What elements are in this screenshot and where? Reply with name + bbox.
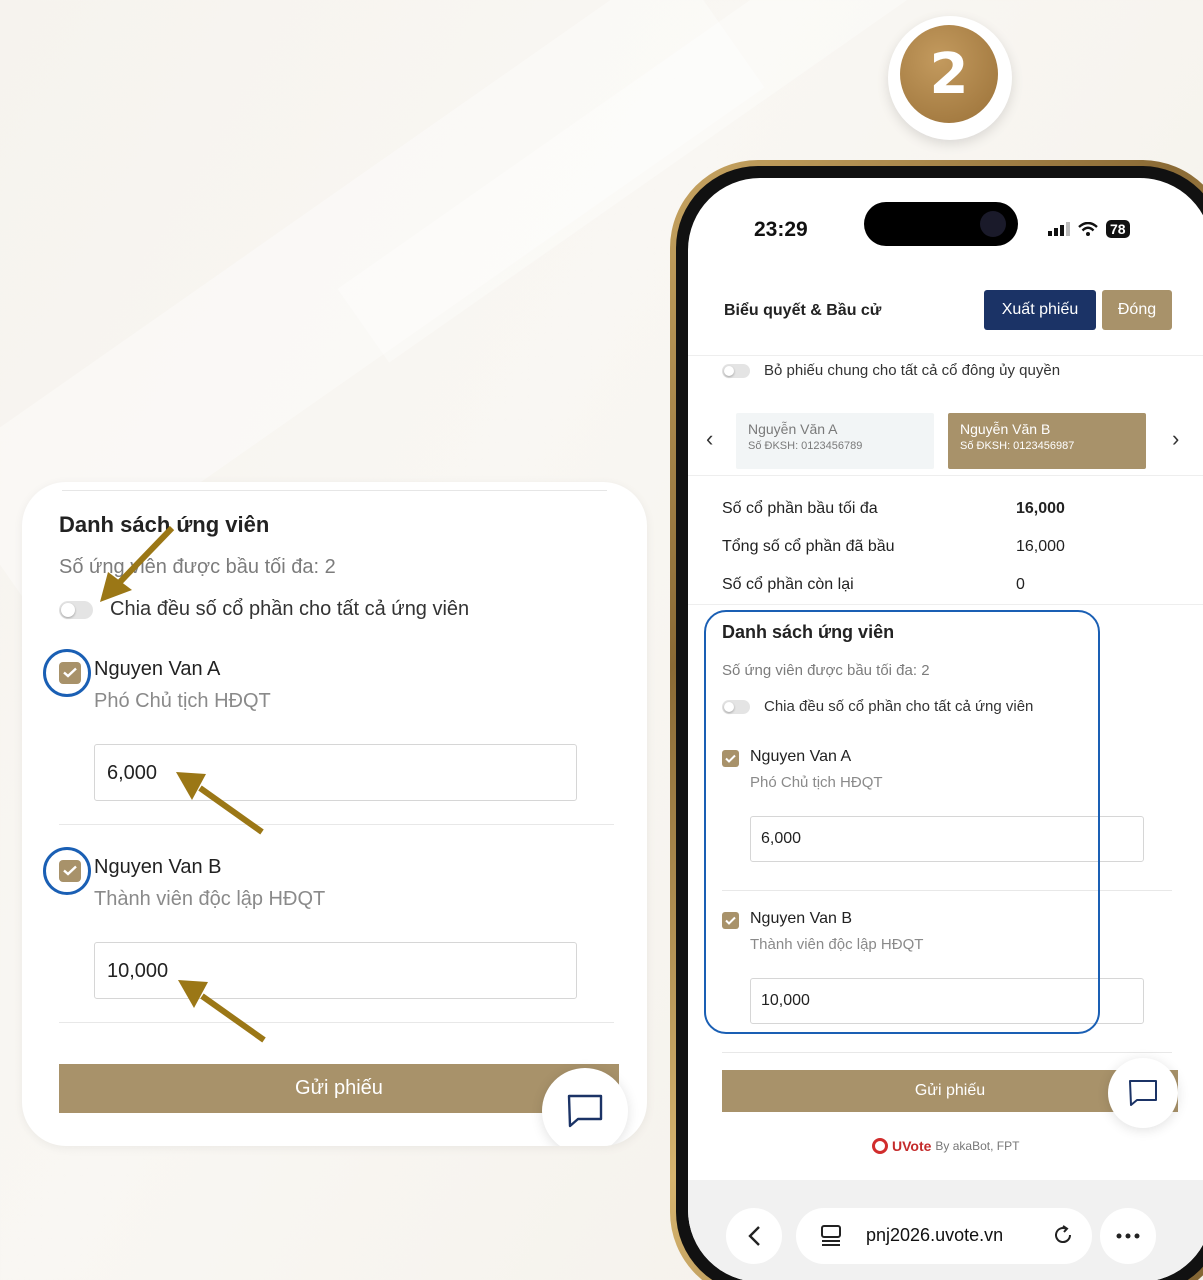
proxy-vote-toggle-row[interactable]: Bỏ phiếu chung cho tất cả cổ đông ủy quy… xyxy=(722,362,1060,379)
camera-icon xyxy=(980,211,1006,237)
shareholder-carousel: ‹ Nguyễn Văn A Số ĐKSH: 0123456789 Nguyễ… xyxy=(688,408,1203,476)
chat-button[interactable] xyxy=(1108,1058,1178,1128)
stat-value: 0 xyxy=(1016,576,1025,593)
status-icons: 78 xyxy=(1048,220,1130,238)
shareholder-name: Nguyễn Văn B xyxy=(960,421,1051,437)
stat-label: Số cổ phần còn lại xyxy=(722,576,854,593)
proxy-vote-toggle[interactable] xyxy=(722,363,750,378)
battery-level: 78 xyxy=(1106,220,1130,238)
proxy-vote-label: Bỏ phiếu chung cho tất cả cổ đông ủy quy… xyxy=(764,362,1061,379)
checkbox-highlight-circle xyxy=(43,847,91,895)
address-bar[interactable]: pnj2026.uvote.vn xyxy=(796,1208,1092,1264)
stat-row: Số cổ phần bầu tối đa 16,000 xyxy=(722,500,1142,538)
more-button[interactable] xyxy=(1100,1208,1156,1264)
shareholder-card[interactable]: Nguyễn Văn A Số ĐKSH: 0123456789 xyxy=(736,413,934,469)
chat-button[interactable] xyxy=(542,1068,628,1146)
wifi-icon xyxy=(1078,222,1098,236)
chat-icon xyxy=(567,1094,603,1128)
stat-label: Số cổ phần bầu tối đa xyxy=(722,500,878,517)
uvote-logo-icon xyxy=(872,1138,888,1154)
divider xyxy=(722,1052,1172,1053)
step-badge: 2 xyxy=(888,16,1012,140)
browser-toolbar: pnj2026.uvote.vn xyxy=(688,1180,1203,1280)
candidate-name: Nguyen Van A xyxy=(94,658,221,680)
export-ballot-button[interactable]: Xuất phiếu xyxy=(984,290,1096,330)
candidate-name: Nguyen Van B xyxy=(94,856,222,878)
back-button[interactable] xyxy=(726,1208,782,1264)
page-settings-icon xyxy=(821,1225,841,1246)
shareholder-id: Số ĐKSH: 0123456789 xyxy=(748,440,863,452)
checkbox-highlight-circle xyxy=(43,649,91,697)
shareholder-id: Số ĐKSH: 0123456987 xyxy=(960,440,1075,452)
shareholder-name: Nguyễn Văn A xyxy=(748,421,838,437)
stat-row: Tổng số cổ phần đã bầu 16,000 xyxy=(722,538,1142,576)
stat-row: Số cổ phần còn lại 0 xyxy=(722,576,1142,614)
share-stats: Số cổ phần bầu tối đa 16,000 Tổng số cổ … xyxy=(722,500,1142,614)
brand-name: UVote xyxy=(892,1138,932,1154)
submit-vote-button[interactable]: Gửi phiếu xyxy=(59,1064,619,1113)
stat-value: 16,000 xyxy=(1016,500,1065,517)
page-title: Biểu quyết & Bầu cử xyxy=(724,302,882,319)
reload-icon[interactable] xyxy=(1052,1224,1074,1246)
candidate-role: Thành viên độc lập HĐQT xyxy=(94,888,326,910)
brand-byline: By akaBot, FPT xyxy=(935,1139,1020,1153)
candidate-list-title: Danh sách ứng viên xyxy=(59,512,270,537)
chevron-right-icon[interactable]: › xyxy=(1172,426,1179,452)
stat-value: 16,000 xyxy=(1016,538,1065,555)
shares-input[interactable]: 6,000 xyxy=(94,744,577,801)
zoomed-candidate-panel: Danh sách ứng viên Số ứng viên được bầu … xyxy=(22,482,647,1146)
phone-frame: 23:29 78 Biểu quyết & Bầu cử Xuất phiếu … xyxy=(670,160,1203,1280)
divider xyxy=(59,824,614,825)
close-button[interactable]: Đóng xyxy=(1102,290,1172,330)
split-shares-label: Chia đều số cổ phần cho tất cả ứng viên xyxy=(110,598,470,620)
candidate-role: Phó Chủ tịch HĐQT xyxy=(94,690,271,712)
dynamic-island xyxy=(864,202,1018,246)
phone-body: 23:29 78 Biểu quyết & Bầu cử Xuất phiếu … xyxy=(676,166,1203,1280)
candidate-item: Nguyen Van B Thành viên độc lập HĐQT 10,… xyxy=(43,847,614,1006)
step-number: 2 xyxy=(900,25,998,123)
divider xyxy=(688,604,1203,605)
status-time: 23:29 xyxy=(754,218,808,241)
stat-label: Tổng số cổ phần đã bầu xyxy=(722,538,895,555)
chevron-left-icon[interactable]: ‹ xyxy=(706,426,713,452)
candidate-item: Nguyen Van A Phó Chủ tịch HĐQT 6,000 xyxy=(43,649,614,808)
split-shares-toggle[interactable] xyxy=(59,600,93,619)
candidate-list-highlight xyxy=(704,610,1100,1034)
signal-icon xyxy=(1048,222,1070,236)
split-shares-toggle-row[interactable]: Chia đều số cổ phần cho tất cả ứng viên xyxy=(59,598,469,621)
divider xyxy=(59,1022,614,1023)
url-text: pnj2026.uvote.vn xyxy=(866,1225,1004,1245)
max-candidates-text: Số ứng viên được bầu tối đa: 2 xyxy=(59,556,336,578)
phone-screen: 23:29 78 Biểu quyết & Bầu cử Xuất phiếu … xyxy=(688,178,1203,1280)
page-header: Biểu quyết & Bầu cử Xuất phiếu Đóng xyxy=(688,264,1203,356)
brand-footer: UVote By akaBot, FPT xyxy=(872,1138,1019,1154)
chevron-left-icon xyxy=(748,1226,760,1246)
chat-icon xyxy=(1129,1080,1157,1106)
shares-input[interactable]: 10,000 xyxy=(94,942,577,999)
divider xyxy=(62,490,607,491)
shareholder-card-selected[interactable]: Nguyễn Văn B Số ĐKSH: 0123456987 xyxy=(948,413,1146,469)
ellipsis-icon xyxy=(1116,1233,1140,1239)
